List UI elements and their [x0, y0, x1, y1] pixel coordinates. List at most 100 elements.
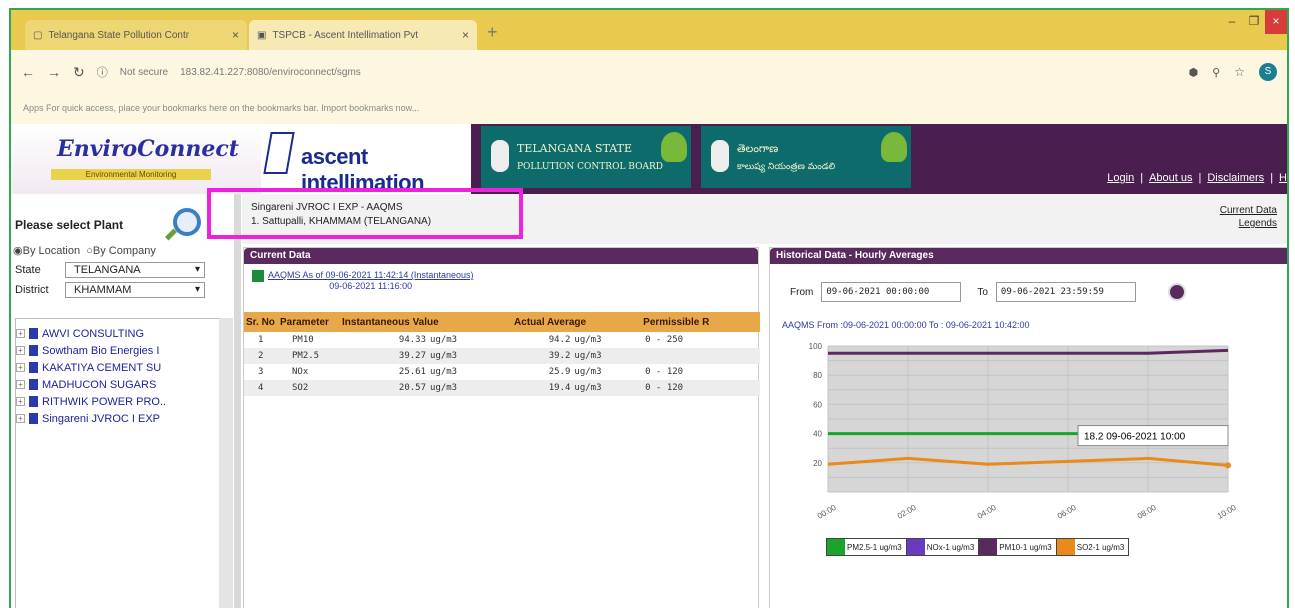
cell: ug/m3 — [426, 380, 513, 396]
bookmark-star-icon[interactable]: ☆ — [1234, 65, 1245, 79]
y-tick-label: 40 — [813, 430, 822, 439]
expand-icon[interactable]: + — [16, 380, 25, 389]
top-links: Login | About us | Disclaimers | H — [1107, 172, 1287, 184]
col-header: Actual Average — [512, 312, 642, 332]
submit-button[interactable] — [1167, 283, 1186, 301]
asof-line[interactable]: AAQMS As of 09-06-2021 11:42:14 (Instant… — [268, 270, 473, 281]
tree-icon — [661, 132, 687, 162]
cell: 19.4 — [512, 380, 571, 396]
from-date-input[interactable]: 09-06-2021 00:00:00 — [821, 282, 962, 302]
cell: NOx — [292, 367, 309, 377]
legend-label: SO2-1 ug/m3 — [1076, 542, 1125, 552]
cell: ug/m3 — [570, 380, 642, 396]
cell: 94.2 — [548, 335, 571, 345]
legend-item[interactable]: SO2-1 ug/m3 — [1056, 539, 1129, 555]
brand-title: EnviroConnect — [57, 136, 239, 162]
banner-line: తెలంగాణ — [737, 142, 779, 155]
banner-line: TELANGANA STATE — [517, 142, 633, 155]
x-tick-label: 02:00 — [896, 503, 918, 521]
restore-icon[interactable]: ❐ — [1243, 10, 1265, 34]
plant-item[interactable]: + Sowtham Bio Energies I — [16, 342, 220, 359]
cell: 3 — [258, 367, 264, 377]
legend-item[interactable]: PM10-1 ug/m3 — [979, 539, 1057, 555]
col-header: Permissible R — [641, 312, 760, 332]
cell: 39.2 — [512, 348, 571, 364]
login-link[interactable]: Login — [1107, 172, 1134, 184]
cell: 0 - 250 — [645, 335, 684, 345]
cell: 20.57 — [340, 380, 426, 396]
y-tick-label: 80 — [813, 371, 822, 380]
x-tick-label: 10:00 — [1216, 503, 1238, 521]
plant-icon — [29, 345, 38, 356]
table-row: 1 PM10 94.33 ug/m3 94.2 ug/m3 0 - 250 — [244, 332, 760, 348]
col-header: Parameter — [278, 312, 340, 332]
plant-item[interactable]: + KAKATIYA CEMENT SU — [16, 359, 220, 376]
plant-icon — [29, 413, 38, 424]
profile-avatar[interactable]: S — [1259, 63, 1277, 81]
current-data-link[interactable]: Current Data — [1220, 204, 1277, 217]
tab-ascent[interactable]: ▣ TSPCB - Ascent Intellimation Pvt × — [249, 20, 477, 50]
search-icon[interactable] — [173, 208, 201, 236]
zoom-icon[interactable]: ⚲ — [1212, 66, 1220, 79]
cell: ug/m3 — [574, 367, 602, 377]
legend-item[interactable]: NOx-1 ug/m3 — [906, 539, 980, 555]
page-icon: ▢ — [33, 29, 43, 41]
col-header: Sr. No — [244, 312, 278, 332]
from-label: From — [790, 286, 814, 298]
to-date-input[interactable]: 09-06-2021 23:59:59 — [995, 282, 1136, 302]
district-select[interactable]: KHAMMAM — [65, 282, 205, 298]
radio-by-company[interactable]: ○ — [86, 245, 93, 257]
help-link[interactable]: H — [1279, 172, 1287, 184]
disclaimers-link[interactable]: Disclaimers — [1207, 172, 1264, 184]
cell: SO2 — [278, 380, 340, 396]
about-link[interactable]: About us — [1149, 172, 1192, 184]
to-label: To — [977, 286, 988, 298]
tree-scrollbar[interactable] — [219, 318, 233, 608]
cell: 94.33 — [398, 335, 426, 345]
legends-link[interactable]: Legends — [1220, 217, 1277, 230]
back-icon[interactable]: ← — [21, 64, 35, 80]
minimize-icon[interactable]: – — [1221, 10, 1243, 34]
plant-item[interactable]: + AWVI CONSULTING — [16, 325, 220, 342]
enviroconnect-logo[interactable]: EnviroConnect Environmental Monitoring — [11, 124, 261, 194]
new-tab-icon[interactable]: + — [487, 22, 498, 43]
radio-label: By Location — [22, 245, 81, 257]
expand-icon[interactable]: + — [16, 414, 25, 423]
asof-info: AAQMS As of 09-06-2021 11:42:14 (Instant… — [252, 270, 473, 292]
plant-item[interactable]: + Singareni JVROC I EXP — [16, 410, 220, 427]
forward-icon[interactable]: → — [47, 64, 61, 80]
district-row: District KHAMMAM — [15, 282, 205, 298]
close-window-icon[interactable]: × — [1265, 10, 1287, 34]
radio-by-location[interactable]: ◉ — [13, 245, 23, 257]
close-tab-icon[interactable]: × — [462, 28, 469, 42]
plant-label: KAKATIYA CEMENT SU — [42, 361, 162, 374]
tab-tspcb[interactable]: ▢ Telangana State Pollution Contr × — [25, 20, 247, 50]
extension-icon[interactable]: ⬢ — [1189, 66, 1199, 79]
state-select[interactable]: TELANGANA — [65, 262, 205, 278]
plant-item[interactable]: + MADHUCON SUGARS — [16, 376, 220, 393]
asof-line: 09-06-2021 11:16:00 — [329, 281, 413, 291]
panel-splitter[interactable] — [234, 194, 241, 608]
legend-item[interactable]: PM2.5-1 ug/m3 — [827, 539, 907, 555]
reload-icon[interactable]: ↻ — [73, 64, 85, 81]
brand-subtitle: Environmental Monitoring — [51, 169, 211, 180]
plant-icon — [29, 379, 38, 390]
plant-label: RITHWIK POWER PRO.. — [42, 395, 167, 408]
legend-swatch — [1056, 539, 1075, 555]
plant-tree: + AWVI CONSULTING + Sowtham Bio Energies I… — [15, 318, 221, 608]
cell: ug/m3 — [570, 348, 642, 364]
bookmarks-bar: Apps For quick access, place your bookma… — [11, 94, 1287, 124]
close-tab-icon[interactable]: × — [232, 28, 239, 42]
expand-icon[interactable]: + — [16, 397, 25, 406]
cell: ug/m3 — [426, 348, 513, 364]
url-input[interactable]: 183.82.41.227:8080/enviroconnect/sgms — [180, 67, 361, 78]
expand-icon[interactable]: + — [16, 329, 25, 338]
info-icon[interactable]: ⓘ — [97, 64, 108, 80]
legend-label: PM2.5-1 ug/m3 — [847, 542, 902, 552]
expand-icon[interactable]: + — [16, 363, 25, 372]
legend-swatch — [979, 539, 998, 555]
table-row: 2 PM2.5 39.27 ug/m3 39.2 ug/m3 — [244, 348, 760, 364]
y-tick-label: 100 — [809, 342, 823, 351]
expand-icon[interactable]: + — [16, 346, 25, 355]
plant-item[interactable]: + RITHWIK POWER PRO.. — [16, 393, 220, 410]
